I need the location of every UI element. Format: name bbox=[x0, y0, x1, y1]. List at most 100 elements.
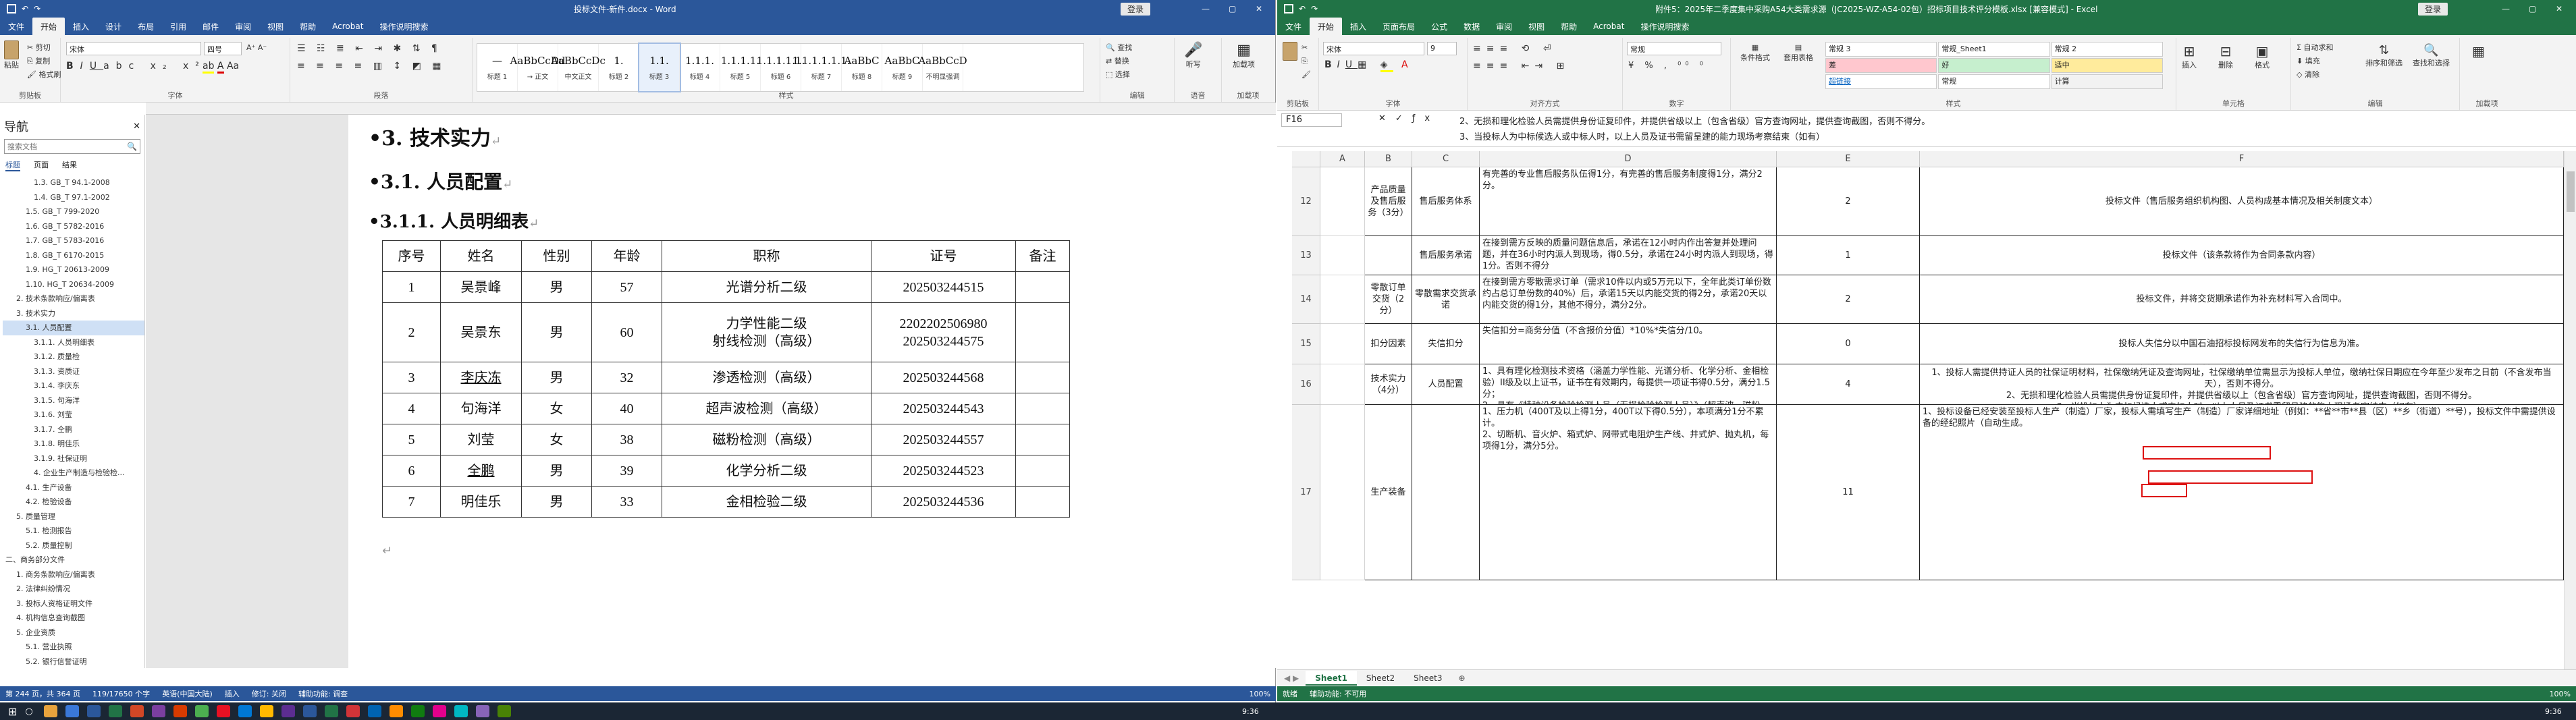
style-item[interactable]: AaBbCcDd → 正文 bbox=[510, 44, 565, 91]
nav-tab-1[interactable]: 页面 bbox=[34, 159, 49, 171]
cell-f[interactable]: 1、投标设备已经安装至投标人生产（制造）厂家，投标人需填写生产（制造）厂家详细地… bbox=[1920, 405, 2564, 580]
nav-item[interactable]: 1.8. GB_T 6170-2015 bbox=[3, 248, 144, 263]
minimize-icon[interactable]: — bbox=[2502, 4, 2510, 13]
table-cell[interactable]: 39 bbox=[591, 455, 662, 487]
scroll-thumb[interactable] bbox=[2567, 171, 2575, 212]
excel-zoom[interactable]: 100% bbox=[2550, 690, 2571, 698]
language[interactable]: 英语(中国大陆) bbox=[162, 688, 213, 699]
nav-item[interactable]: 1.7. GB_T 5783-2016 bbox=[3, 233, 144, 248]
cut-icon[interactable]: ✂ bbox=[1302, 43, 1308, 52]
taskbar-app-icon[interactable] bbox=[216, 705, 230, 717]
word-tab-9[interactable]: 帮助 bbox=[292, 18, 324, 35]
cell-style-item[interactable]: 差 bbox=[1825, 58, 1937, 73]
table-cell[interactable]: 6 bbox=[382, 455, 441, 487]
grow-font-icon[interactable]: A⁺ A⁻ bbox=[246, 43, 267, 52]
cell-a[interactable] bbox=[1320, 405, 1365, 580]
excel-tab-5[interactable]: 数据 bbox=[1455, 18, 1488, 35]
nav-item[interactable]: 3. 投标人资格证明文件 bbox=[3, 597, 144, 611]
autosum-button[interactable]: Σ 自动求和 bbox=[2297, 42, 2333, 53]
cell-b[interactable]: 零散订单交货（2分） bbox=[1365, 275, 1412, 324]
cell-c[interactable]: 人员配置 bbox=[1412, 364, 1480, 405]
save-icon[interactable] bbox=[1284, 4, 1293, 13]
taskbar-app-icon[interactable] bbox=[173, 705, 187, 717]
redo-icon[interactable]: ↷ bbox=[34, 4, 41, 13]
table-cell[interactable]: 2 bbox=[382, 302, 441, 362]
document-page[interactable]: •3. 技术实力↵ •3.1. 人员配置↵ •3.1.1. 人员明细表↵ 序号姓… bbox=[348, 115, 1276, 668]
find-select-button[interactable]: 🔍 查找和选择 bbox=[2413, 43, 2450, 68]
paste-button[interactable] bbox=[1283, 42, 1297, 61]
accessibility-status[interactable]: 辅助功能: 不可用 bbox=[1310, 688, 1366, 699]
word-tab-7[interactable]: 审阅 bbox=[227, 18, 259, 35]
taskbar-app-icon[interactable] bbox=[130, 705, 144, 717]
list-buttons[interactable]: ☰ ☷ ≣ ⇤ ⇥ ✱ ⇅ ¶ bbox=[297, 43, 441, 54]
fill-button[interactable]: ⬇ 填充 bbox=[2297, 55, 2320, 66]
table-cell[interactable] bbox=[1015, 424, 1070, 455]
cell-c[interactable]: 零散需求交货承诺 bbox=[1412, 275, 1480, 324]
cell-a[interactable] bbox=[1320, 275, 1365, 324]
table-cell[interactable]: 刘莹 bbox=[440, 424, 522, 455]
nav-item[interactable]: 二、商务部分文件 bbox=[3, 553, 144, 567]
table-cell[interactable]: 202503244536 bbox=[871, 486, 1016, 518]
nav-item[interactable]: 1.5. GB_T 799-2020 bbox=[3, 204, 144, 219]
table-header-cell[interactable]: 年龄 bbox=[591, 240, 662, 272]
nav-item[interactable]: 3. 技术实力 bbox=[3, 306, 144, 321]
word-tab-2[interactable]: 插入 bbox=[65, 18, 97, 35]
redo-icon[interactable]: ↷ bbox=[1311, 4, 1318, 13]
cell-d[interactable]: 1、具有理化检测技术资格（涵盖力学性能、光谱分析、化学分析、金相检验）II级及以… bbox=[1480, 364, 1777, 405]
cell-style-item[interactable]: 常规 3 bbox=[1825, 42, 1937, 57]
table-cell[interactable]: 男 bbox=[521, 271, 592, 303]
word-count[interactable]: 119/17650 个字 bbox=[92, 688, 150, 699]
table-cell[interactable]: 超声波检测（高级） bbox=[662, 393, 871, 424]
cell-c[interactable]: 售后服务体系 bbox=[1412, 167, 1480, 236]
nav-item[interactable]: 5. 质量管理 bbox=[3, 509, 144, 524]
excel-tab-4[interactable]: 公式 bbox=[1423, 18, 1455, 35]
table-cell[interactable]: 磁粉检测（高级） bbox=[662, 424, 871, 455]
word-tab-1[interactable]: 开始 bbox=[32, 18, 65, 35]
nav-item[interactable]: 1.4. GB_T 97.1-2002 bbox=[3, 190, 144, 205]
select-button[interactable]: ⬚ 选择 bbox=[1106, 69, 1130, 80]
style-item[interactable]: AaBbCcD 不明显强调 bbox=[918, 44, 967, 91]
excel-tab-10[interactable]: 操作说明搜索 bbox=[1632, 18, 1697, 35]
taskbar-app-icon[interactable] bbox=[497, 705, 511, 717]
cell-e[interactable]: 2 bbox=[1777, 167, 1920, 236]
nav-item[interactable]: 3.1.9. 社保证明 bbox=[3, 451, 144, 466]
cell-d[interactable]: 在接到需方反映的质量问题信息后，承诺在12小时内作出答复并处理问题，并在36小时… bbox=[1480, 236, 1777, 275]
cell-b[interactable]: 生产装备 bbox=[1365, 405, 1412, 580]
login-button[interactable]: 登录 bbox=[2418, 2, 2448, 16]
taskbar-app-icon[interactable] bbox=[324, 705, 338, 717]
row-header[interactable]: 17 bbox=[1292, 405, 1320, 580]
table-cell[interactable]: 男 bbox=[521, 302, 592, 362]
table-cell[interactable]: 明佳乐 bbox=[440, 486, 522, 518]
excel-font-format[interactable]: BIU▦ ◈ A bbox=[1324, 59, 1414, 72]
word-tab-11[interactable]: 操作说明搜索 bbox=[371, 18, 436, 35]
undo-icon[interactable]: ↶ bbox=[1299, 4, 1306, 13]
style-item[interactable]: 1.1. 标题 3 bbox=[638, 43, 681, 92]
nav-item[interactable]: 5. 企业资质 bbox=[3, 626, 144, 640]
maximize-icon[interactable]: ▢ bbox=[2529, 4, 2536, 13]
excel-tab-6[interactable]: 审阅 bbox=[1488, 18, 1520, 35]
table-cell[interactable]: 男 bbox=[521, 455, 592, 487]
accessibility[interactable]: 辅助功能: 调查 bbox=[298, 688, 348, 699]
word-tab-6[interactable]: 邮件 bbox=[194, 18, 227, 35]
word-tab-3[interactable]: 设计 bbox=[97, 18, 130, 35]
cell-d[interactable]: 在接到需方零散需求订单（需求10件以内或5万元以下，全年此类订单份数约占总订单份… bbox=[1480, 275, 1777, 324]
cell-a[interactable] bbox=[1320, 364, 1365, 405]
cell-b[interactable] bbox=[1365, 236, 1412, 275]
font-size-select[interactable]: 四号 bbox=[204, 42, 242, 55]
page-count[interactable]: 第 244 页，共 364 页 bbox=[5, 688, 80, 699]
taskbar-app-icon[interactable] bbox=[238, 705, 252, 717]
column-header[interactable]: F bbox=[1920, 151, 2564, 167]
search-icon[interactable]: 🔍 bbox=[127, 142, 137, 151]
nav-item[interactable]: 5.1. 检测报告 bbox=[3, 524, 144, 538]
copy-button[interactable]: ⎘ 复制 bbox=[27, 55, 50, 66]
track-changes[interactable]: 修订: 关闭 bbox=[252, 688, 286, 699]
align-buttons[interactable]: ≡ ≡ ≡ ≡ ▥ ↕ ◩ ▦ bbox=[297, 61, 446, 72]
insert-mode[interactable]: 插入 bbox=[225, 688, 240, 699]
table-cell[interactable]: 40 bbox=[591, 393, 662, 424]
nav-search-input[interactable] bbox=[7, 142, 109, 151]
cell-style-item[interactable]: 常规 bbox=[1938, 74, 2050, 89]
column-header[interactable]: E bbox=[1777, 151, 1920, 167]
taskbar-app-icon[interactable] bbox=[389, 705, 403, 717]
close-icon[interactable]: ✕ bbox=[2556, 4, 2562, 13]
excel-tab-8[interactable]: 帮助 bbox=[1553, 18, 1585, 35]
